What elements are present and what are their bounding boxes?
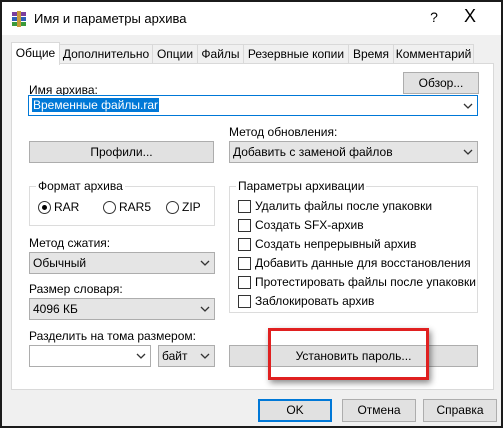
title-bar: Имя и параметры архива ? X bbox=[2, 2, 501, 35]
option-test-files[interactable]: Протестировать файлы после упаковки bbox=[238, 275, 476, 289]
ok-button[interactable]: OK bbox=[258, 399, 332, 422]
format-rar-radio[interactable]: RAR bbox=[38, 200, 79, 214]
tab-options[interactable]: Опции bbox=[152, 44, 198, 64]
radio-selected-icon bbox=[38, 200, 51, 214]
checkbox-icon bbox=[238, 199, 251, 213]
close-icon[interactable]: X bbox=[460, 6, 480, 27]
radio-icon bbox=[103, 200, 116, 214]
window-title: Имя и параметры архива bbox=[34, 11, 187, 26]
option-label: Создать непрерывный архив bbox=[255, 237, 417, 251]
update-method-select[interactable]: Добавить с заменой файлов bbox=[229, 141, 478, 163]
dictionary-select[interactable]: 4096 КБ bbox=[29, 298, 215, 320]
split-unit-value: байт bbox=[162, 349, 188, 363]
checkbox-icon bbox=[238, 237, 251, 251]
cancel-button[interactable]: Отмена bbox=[342, 399, 416, 422]
format-rar-label: RAR bbox=[54, 200, 80, 214]
option-label: Создать SFX-архив bbox=[255, 218, 364, 232]
chevron-down-icon bbox=[200, 353, 210, 359]
profiles-button[interactable]: Профили... bbox=[29, 141, 214, 163]
option-label: Добавить данные для восстановления bbox=[255, 256, 471, 270]
option-label: Заблокировать архив bbox=[255, 294, 375, 308]
winrar-icon bbox=[12, 11, 26, 27]
archive-name-value: Временные файлы.rar bbox=[32, 98, 160, 112]
tab-comment[interactable]: Комментарий bbox=[393, 44, 474, 64]
compression-value: Обычный bbox=[33, 256, 87, 270]
tab-backup[interactable]: Резервные копии bbox=[243, 44, 349, 64]
chevron-down-icon bbox=[200, 306, 210, 312]
compression-select[interactable]: Обычный bbox=[29, 252, 215, 274]
archive-format-legend: Формат архива bbox=[36, 179, 125, 193]
dictionary-label: Размер словаря: bbox=[29, 282, 123, 296]
option-label: Протестировать файлы после упаковки bbox=[255, 275, 476, 289]
format-rar5-label: RAR5 bbox=[119, 200, 152, 214]
option-label: Удалить файлы после упаковки bbox=[255, 199, 433, 213]
checkbox-icon bbox=[238, 294, 251, 308]
checkbox-icon bbox=[238, 275, 251, 289]
chevron-down-icon bbox=[136, 353, 146, 359]
archive-format-group: Формат архива RAR RAR5 ZIP bbox=[29, 179, 215, 226]
split-unit-select[interactable]: байт bbox=[158, 345, 215, 367]
split-size-input[interactable] bbox=[29, 345, 151, 367]
archive-dialog: Имя и параметры архива ? X Общие Дополни… bbox=[0, 0, 503, 428]
option-lock-archive[interactable]: Заблокировать архив bbox=[238, 294, 374, 308]
chevron-down-icon bbox=[463, 103, 473, 109]
tab-advanced[interactable]: Дополнительно bbox=[59, 44, 153, 64]
format-rar5-radio[interactable]: RAR5 bbox=[103, 200, 151, 214]
option-solid-archive[interactable]: Создать непрерывный архив bbox=[238, 237, 416, 251]
archiving-options-group: Параметры архивации Удалить файлы после … bbox=[229, 179, 478, 313]
checkbox-icon bbox=[238, 256, 251, 270]
option-delete-after[interactable]: Удалить файлы после упаковки bbox=[238, 199, 432, 213]
format-zip-label: ZIP bbox=[182, 200, 201, 214]
option-recovery-record[interactable]: Добавить данные для восстановления bbox=[238, 256, 471, 270]
help-button[interactable]: Справка bbox=[423, 399, 497, 422]
chevron-down-icon bbox=[463, 149, 473, 155]
option-create-sfx[interactable]: Создать SFX-архив bbox=[238, 218, 364, 232]
help-icon[interactable]: ? bbox=[426, 9, 442, 25]
dictionary-value: 4096 КБ bbox=[33, 302, 78, 316]
split-label: Разделить на тома размером: bbox=[29, 329, 196, 343]
highlight-box bbox=[268, 328, 429, 380]
archiving-options-legend: Параметры архивации bbox=[236, 179, 367, 193]
chevron-down-icon bbox=[200, 260, 210, 266]
update-method-value: Добавить с заменой файлов bbox=[233, 145, 393, 159]
tab-files[interactable]: Файлы bbox=[197, 44, 244, 64]
format-zip-radio[interactable]: ZIP bbox=[166, 200, 201, 214]
tab-general[interactable]: Общие bbox=[11, 42, 60, 65]
compression-label: Метод сжатия: bbox=[29, 236, 111, 250]
radio-icon bbox=[166, 200, 179, 214]
tab-time[interactable]: Время bbox=[348, 44, 394, 64]
browse-button[interactable]: Обзор... bbox=[403, 72, 479, 94]
archive-name-input[interactable]: Временные файлы.rar bbox=[28, 95, 478, 116]
checkbox-icon bbox=[238, 218, 251, 232]
update-method-label: Метод обновления: bbox=[229, 125, 338, 139]
